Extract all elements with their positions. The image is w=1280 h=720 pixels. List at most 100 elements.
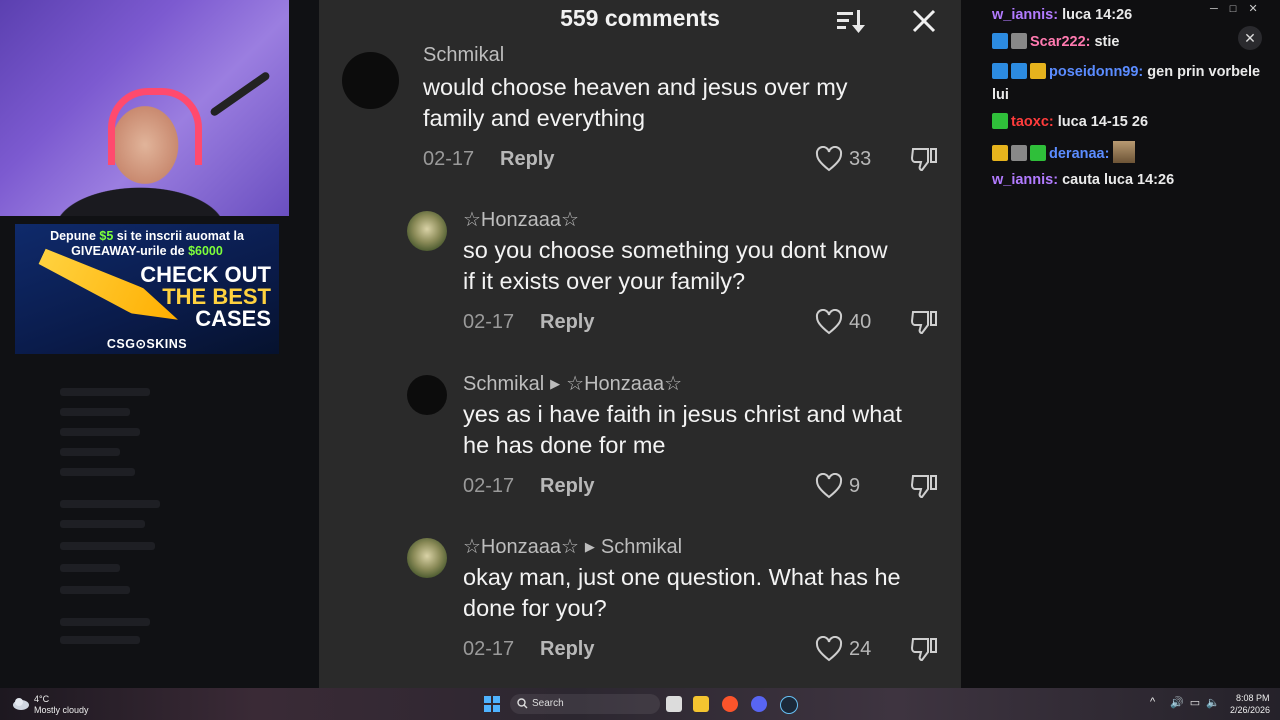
comment-text-line: would choose heaven and jesus over my [423, 74, 848, 100]
comment-text: would choose heaven and jesus over my fa… [423, 72, 848, 134]
badge-icon [1011, 145, 1027, 161]
clock-time[interactable]: 8:08 PM [1236, 693, 1270, 703]
like-heart-icon[interactable] [815, 309, 843, 335]
ad-brand-logo: CSG⊙SKINS [106, 337, 188, 351]
badge-icon [992, 33, 1008, 49]
avatar[interactable] [342, 52, 399, 109]
microphone-arm [209, 70, 271, 118]
ad-headline: CASES [195, 306, 271, 331]
badge-icon [1030, 63, 1046, 79]
badge-icon [1011, 63, 1027, 79]
reply-button[interactable]: Reply [540, 311, 594, 334]
like-heart-icon[interactable] [815, 473, 843, 499]
reply-to-username: Schmikal [600, 536, 683, 558]
chat-username[interactable]: w_iannis: [992, 172, 1058, 188]
chat-message: w_iannis: cauta luca 14:26 [992, 169, 1262, 192]
bg-channel [60, 564, 120, 572]
like-heart-icon[interactable] [815, 636, 843, 662]
dislike-icon[interactable] [910, 309, 938, 335]
chat-username[interactable]: poseidonn99: [1049, 64, 1143, 80]
username: Schmikal [463, 373, 545, 395]
clock-date[interactable]: 2/26/2026 [1230, 705, 1270, 715]
comment-text-line: done for you? [463, 595, 607, 621]
discord-icon[interactable] [751, 696, 767, 712]
cloud-weather-icon[interactable] [12, 694, 30, 712]
chat-username[interactable]: w_iannis: [992, 7, 1058, 23]
brave-browser-icon[interactable] [722, 696, 738, 712]
windows-start-icon[interactable] [484, 696, 500, 712]
weather-temperature[interactable]: 4°C [34, 694, 49, 704]
avatar[interactable] [407, 375, 447, 415]
bg-channel [60, 586, 130, 594]
comment-text-line: so you choose something you dont know [463, 237, 888, 263]
like-count: 9 [849, 475, 861, 497]
avatar[interactable] [407, 538, 447, 578]
bg-channel [60, 520, 145, 528]
task-view-icon[interactable] [666, 696, 682, 712]
reply-button[interactable]: Reply [500, 148, 554, 171]
username: ☆Honzaaa☆ [463, 209, 579, 231]
comment-date: 02-17 [463, 311, 515, 333]
ad-text: GIVEAWAY-urile de [71, 244, 189, 258]
chat-username[interactable]: deranaa: [1049, 146, 1109, 162]
comment-text-line: okay man, just one question. What has he [463, 564, 901, 590]
bg-channel [60, 388, 150, 396]
chat-text: luca 14:26 [1058, 7, 1133, 23]
like-heart-icon[interactable] [815, 146, 843, 172]
webcam-feed [0, 0, 289, 216]
reply-button[interactable]: Reply [540, 638, 594, 661]
reply-to-username: ☆Honzaaa☆ [566, 373, 683, 395]
chat-message: w_iannis: luca 14:26 [992, 4, 1262, 27]
chat-message: deranaa: [992, 141, 1262, 166]
reply-arrow-icon: ▶ [550, 376, 561, 391]
steam-icon[interactable] [780, 696, 798, 714]
crown-badge-icon [992, 145, 1008, 161]
comment-username[interactable]: Schmikal ▶ ☆Honzaaa☆ [463, 371, 682, 396]
dislike-icon[interactable] [910, 473, 938, 499]
like-count: 24 [849, 638, 872, 660]
username: ☆Honzaaa☆ [463, 536, 579, 558]
taskbar: 4°C Mostly cloudy Search ^ 🔊▭🔈 8:08 PM 2… [0, 688, 1280, 720]
avatar[interactable] [407, 211, 447, 251]
dislike-icon[interactable] [910, 146, 938, 172]
comment-username[interactable]: ☆Honzaaa☆ ▶ Schmikal [463, 534, 682, 559]
chat-message: Scar222: stie [992, 31, 1262, 54]
comment-text-line: yes as i have faith in jesus christ and … [463, 401, 902, 427]
bg-channel [60, 542, 155, 550]
system-tray-icons[interactable]: 🔊▭🔈 [1170, 696, 1226, 709]
close-icon[interactable] [911, 8, 937, 34]
ad-amount: $6000 [188, 244, 223, 258]
ad-amount: $5 [99, 229, 114, 243]
comment-text: okay man, just one question. What has he… [463, 562, 901, 624]
comment-text: yes as i have faith in jesus christ and … [463, 399, 902, 461]
badge-icon [992, 63, 1008, 79]
file-explorer-icon[interactable] [693, 696, 709, 712]
chat-username[interactable]: Scar222: [1030, 34, 1090, 50]
chevron-up-icon[interactable]: ^ [1150, 696, 1155, 708]
dislike-icon[interactable] [910, 636, 938, 662]
bg-channel [60, 468, 135, 476]
comments-panel: 559 comments Schmikal would choose heave… [319, 0, 961, 688]
search-placeholder: Search [532, 698, 564, 709]
like-count: 33 [849, 148, 872, 170]
reply-button[interactable]: Reply [540, 475, 594, 498]
sponsor-banner[interactable]: Depune $5 si te inscrii auomat la GIVEAW… [15, 224, 279, 354]
comment-username[interactable]: Schmikal [423, 44, 504, 67]
chat-text: cauta luca 14:26 [1058, 172, 1175, 188]
bg-channel [60, 500, 160, 508]
chat-username[interactable]: taoxc: [1011, 114, 1054, 130]
comment-date: 02-17 [463, 638, 515, 660]
comment-text-line: if it exists over your family? [463, 268, 746, 294]
comment-text-line: he has done for me [463, 432, 666, 458]
comment-username[interactable]: ☆Honzaaa☆ [463, 207, 579, 232]
weather-description[interactable]: Mostly cloudy [34, 705, 89, 715]
sort-icon[interactable] [835, 8, 865, 34]
ad-text: si te inscrii auomat la [113, 229, 244, 243]
chat-message: taoxc: luca 14-15 26 [992, 111, 1262, 134]
comment-text-line: family and everything [423, 105, 646, 131]
chat-text: stie [1090, 34, 1120, 50]
taskbar-search[interactable]: Search [510, 694, 660, 714]
comment-date: 02-17 [423, 148, 475, 170]
username: Schmikal [423, 44, 505, 66]
comment-date: 02-17 [463, 475, 515, 497]
